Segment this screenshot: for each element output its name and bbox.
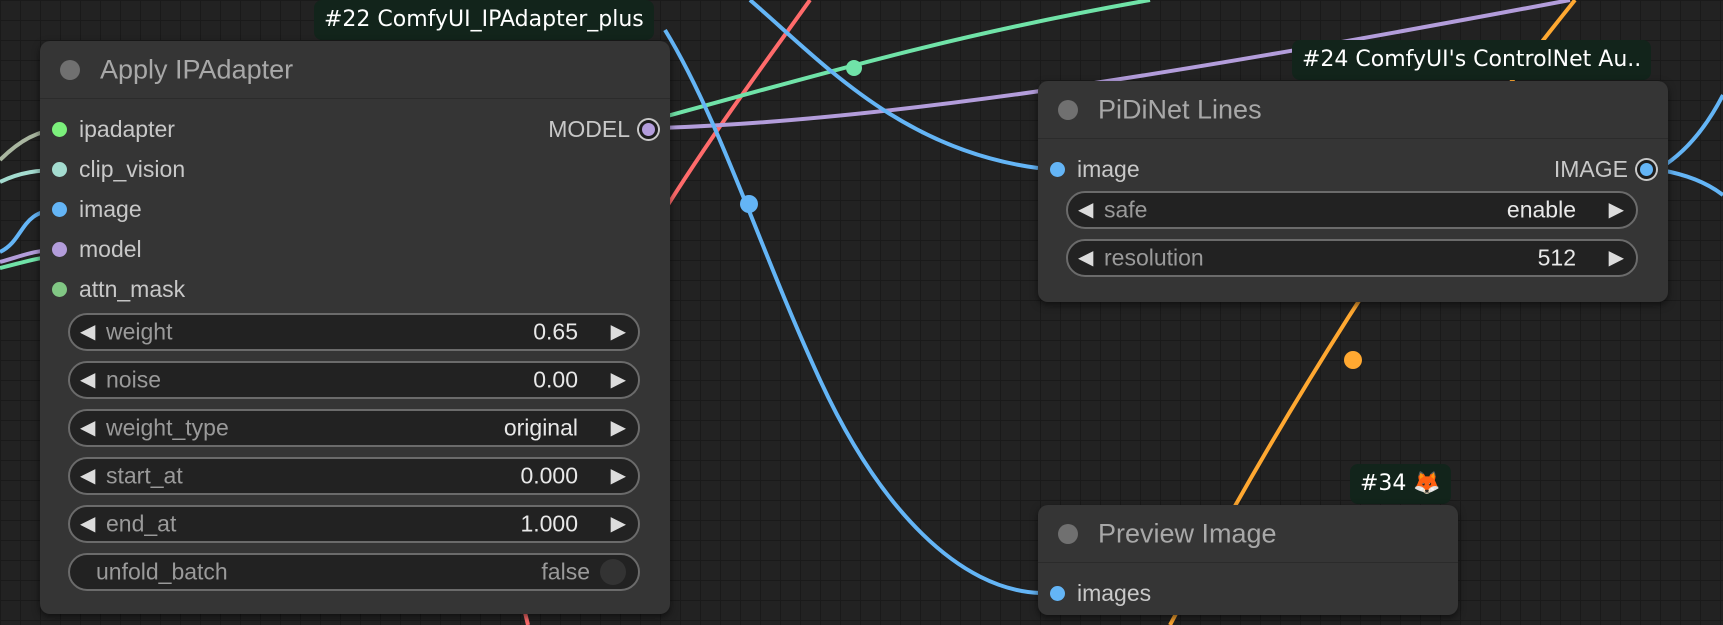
widget-value: 1.000 — [520, 510, 578, 537]
slot-label: IMAGE — [1553, 156, 1628, 182]
widget-end-at[interactable]: ◀ end_at 1.000 ▶ — [68, 505, 640, 543]
widget-noise[interactable]: ◀ noise 0.00 ▶ — [68, 361, 640, 399]
widget-name: weight_type — [106, 414, 229, 441]
increment-arrow-icon[interactable]: ▶ — [611, 322, 626, 342]
node-pidinet-lines[interactable]: PiDiNet Lines image IMAGE ◀ safe enable … — [1038, 81, 1668, 302]
increment-arrow-icon[interactable]: ▶ — [611, 370, 626, 390]
slot-dot-clip-vision-icon[interactable] — [52, 162, 67, 177]
node-title: Preview Image — [1098, 518, 1277, 548]
output-slot-model[interactable]: MODEL — [470, 111, 670, 147]
slot-label: image — [79, 196, 142, 222]
widget-value: 0.65 — [533, 318, 578, 345]
link-image-to-pidinet[interactable] — [748, 0, 1039, 170]
decrement-arrow-icon[interactable]: ◀ — [1078, 248, 1093, 268]
widget-safe[interactable]: ◀ safe enable ▶ — [1066, 191, 1638, 229]
slot-dot-attn-mask-icon[interactable] — [52, 282, 67, 297]
slot-dot-image-icon[interactable] — [1050, 162, 1065, 177]
collapse-dot-icon[interactable] — [1058, 523, 1078, 544]
slot-dot-ipadapter-icon[interactable] — [52, 122, 67, 137]
node-apply-ipadapter[interactable]: Apply IPAdapter ipadapter clip_vision im… — [40, 41, 670, 614]
node-badge-preview: #34 🦊 — [1350, 464, 1451, 504]
toggle-knob-icon[interactable] — [600, 559, 626, 585]
slot-label: clip_vision — [79, 156, 186, 182]
node-header[interactable]: PiDiNet Lines — [1038, 81, 1668, 139]
node-preview-image[interactable]: Preview Image images — [1038, 505, 1458, 615]
slot-label: attn_mask — [79, 276, 186, 302]
widget-name: unfold_batch — [96, 558, 228, 585]
increment-arrow-icon[interactable]: ▶ — [1609, 248, 1624, 268]
decrement-arrow-icon[interactable]: ◀ — [80, 466, 95, 486]
increment-arrow-icon[interactable]: ▶ — [611, 418, 626, 438]
node-title: PiDiNet Lines — [1098, 94, 1262, 124]
widget-name: noise — [106, 366, 161, 393]
node-header[interactable]: Preview Image — [1038, 505, 1458, 563]
widget-name: safe — [1104, 196, 1148, 223]
slot-label: image — [1077, 156, 1140, 182]
widget-name: start_at — [106, 462, 183, 489]
link-image-out-up[interactable] — [1658, 94, 1723, 170]
link-blue-midpoint[interactable] — [740, 195, 758, 213]
increment-arrow-icon[interactable]: ▶ — [611, 514, 626, 534]
widget-value: enable — [1506, 196, 1576, 223]
decrement-arrow-icon[interactable]: ◀ — [1078, 200, 1093, 220]
collapse-dot-icon[interactable] — [1058, 99, 1078, 120]
link-green-midpoint[interactable] — [846, 60, 862, 76]
increment-arrow-icon[interactable]: ▶ — [1609, 200, 1624, 220]
slot-dot-model-out-icon[interactable] — [639, 120, 658, 139]
widget-weight[interactable]: ◀ weight 0.65 ▶ — [68, 313, 640, 351]
slot-dot-model-icon[interactable] — [52, 242, 67, 257]
node-header[interactable]: Apply IPAdapter — [40, 41, 670, 99]
widget-value: 0.000 — [520, 462, 578, 489]
widget-value: 512 — [1537, 244, 1576, 271]
widget-start-at[interactable]: ◀ start_at 0.000 ▶ — [68, 457, 640, 495]
widget-name: weight — [106, 318, 173, 345]
node-title: Apply IPAdapter — [100, 54, 294, 84]
widget-value: original — [503, 414, 578, 441]
node-badge-apply-ipadapter: #22 ComfyUI_IPAdapter_plus — [314, 0, 654, 40]
slot-dot-image-out-icon[interactable] — [1637, 160, 1656, 179]
decrement-arrow-icon[interactable]: ◀ — [80, 370, 95, 390]
slot-label: ipadapter — [79, 116, 175, 142]
decrement-arrow-icon[interactable]: ◀ — [80, 322, 95, 342]
slot-label: model — [79, 236, 142, 262]
widget-name: resolution — [1104, 244, 1204, 271]
widget-value: false — [541, 558, 590, 585]
slot-dot-images-icon[interactable] — [1050, 586, 1065, 601]
link-image-out-down[interactable] — [1659, 168, 1723, 197]
increment-arrow-icon[interactable]: ▶ — [611, 466, 626, 486]
link-image-to-preview[interactable] — [663, 28, 1041, 595]
widget-name: end_at — [106, 510, 177, 537]
collapse-dot-icon[interactable] — [60, 59, 80, 80]
widget-value: 0.00 — [533, 366, 578, 393]
decrement-arrow-icon[interactable]: ◀ — [80, 418, 95, 438]
slot-label: images — [1077, 580, 1152, 606]
output-slot-image[interactable]: IMAGE — [1468, 151, 1668, 187]
node-badge-pidinet: #24 ComfyUI's ControlNet Au.. — [1292, 40, 1652, 80]
slot-dot-image-icon[interactable] — [52, 202, 67, 217]
widget-weight-type[interactable]: ◀ weight_type original ▶ — [68, 409, 640, 447]
widget-resolution[interactable]: ◀ resolution 512 ▶ — [1066, 239, 1638, 277]
slot-label: MODEL — [548, 116, 630, 142]
decrement-arrow-icon[interactable]: ◀ — [80, 514, 95, 534]
toggle-unfold-batch[interactable]: unfold_batch false — [68, 553, 640, 591]
link-orange-midpoint[interactable] — [1344, 351, 1362, 369]
